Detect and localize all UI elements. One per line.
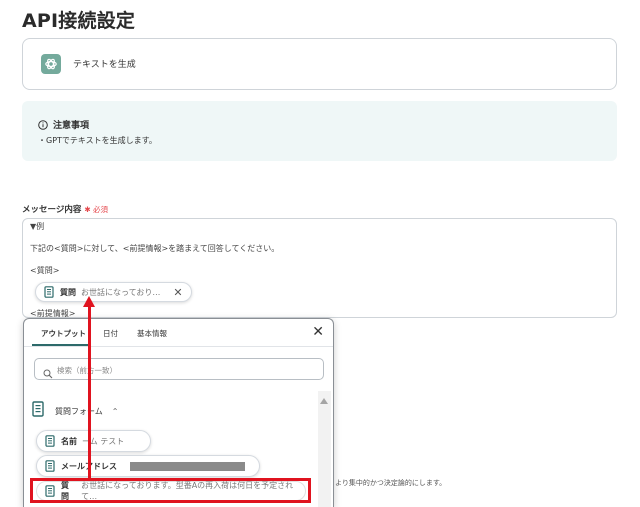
group-title: 質問フォーム [55, 406, 103, 416]
page-title: API接続設定 [22, 10, 136, 32]
chip-name: 質問 [60, 287, 76, 297]
openai-logo-icon [41, 54, 61, 74]
document-icon [32, 401, 46, 421]
search-input[interactable]: 検索（前方一致） [34, 358, 324, 380]
document-icon [45, 460, 56, 472]
annotation-arrow-line [88, 305, 91, 479]
item-name: 名前 [61, 436, 77, 446]
textarea-example-line: ▼例 [30, 222, 45, 231]
app-card: テキストを生成 [22, 38, 617, 90]
group-header-question-form[interactable]: 質問フォーム ⌃ [32, 401, 118, 421]
notice-box: 注意事項 ・GPTでテキストを生成します。 [22, 101, 617, 161]
textarea-premise-tag: <前提情報> [30, 309, 76, 318]
list-item-name[interactable]: 名前 ーム テスト [36, 430, 151, 452]
message-field-label: メッセージ内容 ✱ 必須 [22, 203, 108, 215]
notice-body: ・GPTでテキストを生成します。 [38, 136, 157, 145]
variable-chip-question[interactable]: 質問 お世話になっており… ✕ [35, 282, 192, 302]
background-note: より集中的かつ決定論的にします。 [335, 479, 447, 487]
dropdown-scrollbar[interactable] [318, 391, 331, 507]
redacted-value [130, 462, 245, 471]
search-placeholder: 検索（前方一致） [57, 366, 117, 375]
required-marker: ✱ 必須 [84, 205, 108, 214]
remove-chip-icon[interactable]: ✕ [173, 286, 182, 299]
close-icon[interactable]: ✕ [312, 324, 324, 340]
app-action-label: テキストを生成 [73, 60, 136, 70]
tab-date[interactable]: 日付 [103, 328, 118, 339]
chevron-up-icon: ⌃ [111, 406, 119, 416]
message-textarea[interactable]: ▼例 下記の<質問>に対して、<前提情報>を踏まえて回答してください。 <質問>… [22, 218, 617, 318]
required-asterisk-icon: ✱ [84, 205, 91, 214]
required-label: 必須 [93, 205, 109, 214]
document-icon [45, 435, 56, 447]
highlight-box [30, 478, 311, 503]
notice-title: 注意事項 [53, 121, 90, 131]
info-icon [38, 115, 48, 134]
search-icon [43, 364, 53, 383]
textarea-question-tag: <質問> [30, 266, 60, 275]
active-tab-indicator [32, 344, 90, 346]
annotation-arrow-up-icon [83, 296, 95, 307]
textarea-instruction-line: 下記の<質問>に対して、<前提情報>を踏まえて回答してください。 [30, 244, 280, 253]
tab-basic-info[interactable]: 基本情報 [137, 328, 167, 339]
document-icon [44, 286, 55, 298]
tab-output[interactable]: アウトプット [41, 328, 86, 339]
message-field-label-text: メッセージ内容 [22, 205, 82, 215]
scroll-up-arrow-icon[interactable] [320, 398, 328, 404]
dropdown-tabs: アウトプット 日付 基本情報 ✕ [24, 319, 333, 347]
